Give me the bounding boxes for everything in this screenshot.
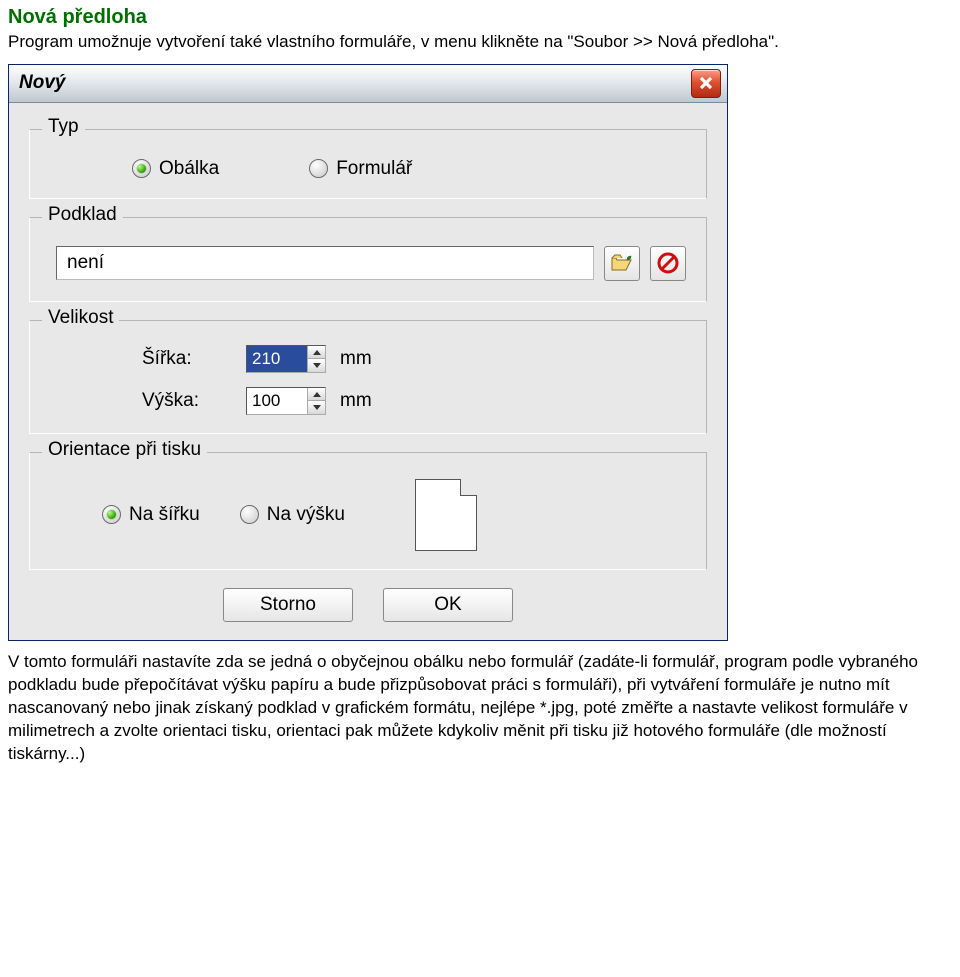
group-typ: Typ Obálka Formulář (29, 129, 707, 199)
radio-na-sirku[interactable]: Na šířku (102, 504, 200, 526)
width-value: 210 (247, 346, 307, 372)
ok-button[interactable]: OK (383, 588, 513, 622)
button-label: Storno (260, 594, 316, 616)
dialog-new: Nový Typ Obálka Formulář (8, 64, 728, 641)
radio-na-vysku[interactable]: Na výšku (240, 504, 345, 526)
group-velikost: Velikost Šířka: 210 mm (29, 320, 707, 434)
group-orientace: Orientace při tisku Na šířku Na výšku (29, 452, 707, 570)
height-spinner[interactable]: 100 (246, 387, 326, 415)
section-heading: Nová předloha (8, 6, 952, 29)
group-legend-orientace: Orientace při tisku (42, 439, 207, 461)
radio-label: Formulář (336, 158, 412, 180)
dialog-title: Nový (19, 72, 65, 94)
no-entry-icon (657, 252, 679, 274)
page-orientation-icon (415, 479, 477, 551)
radio-icon (102, 505, 121, 524)
radio-icon (240, 505, 259, 524)
browse-button[interactable] (604, 246, 640, 281)
close-icon (699, 76, 713, 90)
radio-icon (309, 159, 328, 178)
height-value: 100 (247, 388, 307, 414)
radio-label: Na výšku (267, 504, 345, 526)
chevron-down-icon (313, 405, 321, 410)
podklad-field[interactable]: není (56, 246, 594, 280)
chevron-up-icon (313, 392, 321, 397)
spin-up-button[interactable] (307, 346, 325, 360)
outro-text: V tomto formuláři nastavíte zda se jedná… (8, 651, 952, 766)
group-legend-typ: Typ (42, 116, 85, 138)
group-legend-podklad: Podklad (42, 204, 123, 226)
radio-label: Obálka (159, 158, 219, 180)
height-label: Výška: (142, 390, 232, 412)
radio-formular[interactable]: Formulář (309, 158, 412, 180)
radio-obalka[interactable]: Obálka (132, 158, 219, 180)
close-button[interactable] (691, 69, 721, 98)
group-podklad: Podklad není (29, 217, 707, 302)
chevron-down-icon (313, 363, 321, 368)
width-spinner[interactable]: 210 (246, 345, 326, 373)
unit-label: mm (340, 390, 380, 412)
width-label: Šířka: (142, 348, 232, 370)
titlebar: Nový (9, 65, 727, 103)
chevron-up-icon (313, 350, 321, 355)
cancel-button[interactable]: Storno (223, 588, 353, 622)
spin-up-button[interactable] (307, 388, 325, 402)
group-legend-velikost: Velikost (42, 307, 119, 329)
spin-down-button[interactable] (307, 359, 325, 372)
radio-icon (132, 159, 151, 178)
folder-open-icon (611, 254, 633, 272)
spin-down-button[interactable] (307, 401, 325, 414)
radio-label: Na šířku (129, 504, 200, 526)
podklad-value: není (67, 252, 104, 274)
intro-text: Program umožnuje vytvoření také vlastníh… (8, 31, 952, 54)
clear-button[interactable] (650, 246, 686, 281)
button-label: OK (434, 594, 461, 616)
unit-label: mm (340, 348, 380, 370)
